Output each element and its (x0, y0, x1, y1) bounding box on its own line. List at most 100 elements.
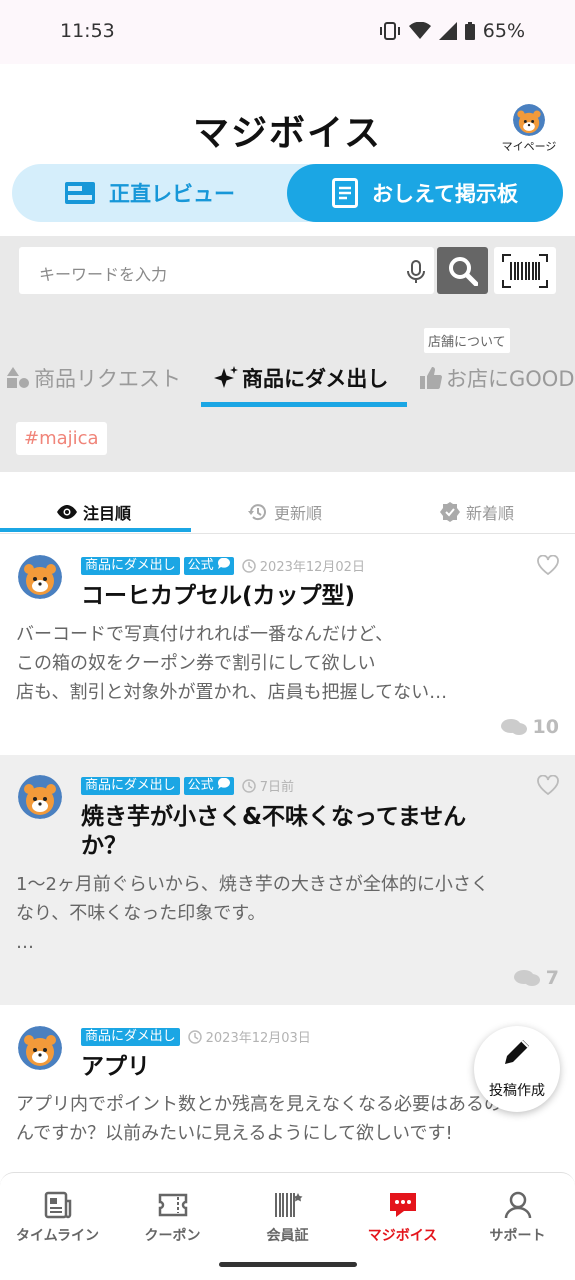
barcode-scan-button[interactable] (494, 247, 556, 294)
nav-support[interactable]: サポート (460, 1189, 575, 1245)
barcode-icon (274, 1193, 302, 1217)
eye-icon (57, 505, 77, 519)
clock-icon (242, 778, 256, 793)
honest-review-label: 正直レビュー (109, 182, 235, 206)
battery-icon (464, 22, 475, 40)
mic-icon[interactable] (406, 260, 426, 284)
post-date: 7日前 (242, 776, 294, 795)
search-icon (448, 256, 478, 286)
pencil-icon (505, 1040, 529, 1064)
newspaper-icon (44, 1191, 71, 1219)
tab-product-request-label: 商品リクエスト (34, 367, 181, 391)
category-tab-indicator (201, 402, 407, 407)
create-post-label: 投稿作成 (489, 1083, 545, 1099)
comment-count: 10 (500, 716, 559, 738)
sort-newest-label: 新着順 (466, 504, 515, 523)
mypage-button[interactable]: マイページ (497, 104, 561, 154)
avatar (18, 555, 62, 599)
post-body-line: なり、不味くなった印象です。 (16, 903, 266, 924)
category-badge: 商品にダメ出し (81, 556, 180, 575)
post-body-line: … (16, 932, 34, 953)
sort-popular-label: 注目順 (83, 504, 132, 523)
nav-timeline-label: タイムライン (15, 1228, 100, 1244)
sort-tab-indicator (0, 528, 191, 532)
post-title-line: か？ (81, 833, 127, 859)
post-title: アプリ (81, 1054, 150, 1080)
post-date: 2023年12月02日 (242, 556, 365, 575)
post-card[interactable]: 商品にダメ出し 公式 2023年12月02日 コーヒカプセル(カップ型) バーコ… (0, 535, 575, 754)
ticket-icon (158, 1193, 187, 1217)
nav-coupon[interactable]: クーポン (115, 1189, 230, 1245)
official-badge: 公式 (183, 556, 234, 575)
official-badge-label: 公式 (187, 557, 214, 573)
history-icon (248, 504, 266, 521)
clock-icon (187, 1029, 202, 1044)
question-board-label: おしえて掲示板 (372, 182, 518, 206)
sort-newest[interactable]: 新着順 (440, 500, 514, 524)
sparkle-icon (214, 366, 238, 388)
post-date-text: 2023年12月03日 (205, 1031, 311, 1046)
speech-bubble-icon (217, 557, 230, 569)
post-body-line: んですか？以前みたいに見えるようにして欲しいです! (16, 1123, 453, 1144)
nav-member-card-label: 会員証 (266, 1228, 309, 1244)
heart-icon[interactable] (537, 555, 559, 575)
post-badges: 商品にダメ出し 公式 2023年12月02日 (81, 556, 365, 575)
gesture-home-bar[interactable] (219, 1262, 357, 1267)
search-button[interactable] (437, 247, 488, 294)
sort-updated-label: 更新順 (274, 504, 323, 523)
speech-bubble-icon (217, 777, 230, 789)
post-title: 焼き芋が小さく&不味くなってません か？ (81, 803, 521, 861)
avatar (18, 775, 62, 819)
category-badge: 商品にダメ出し (81, 776, 180, 795)
tab-product-complaint[interactable]: 商品にダメ出し (214, 363, 388, 393)
post-badges: 商品にダメ出し 2023年12月03日 (81, 1027, 311, 1046)
question-board-tab[interactable]: おしえて掲示板 (287, 164, 563, 222)
official-badge: 公式 (183, 776, 234, 795)
post-card[interactable]: 商品にダメ出し 公式 7日前 焼き芋が小さく&不味くなってません か？ 1〜2ヶ… (0, 755, 575, 1005)
post-title-line: 焼き芋が小さく&不味くなってません (81, 804, 467, 830)
barcode-scan-icon (502, 253, 548, 288)
heart-icon[interactable] (537, 775, 559, 795)
nav-timeline[interactable]: タイムライン (0, 1189, 115, 1245)
search-bar: キーワードを入力 (0, 236, 575, 308)
person-icon (504, 1191, 531, 1219)
comments-icon (513, 970, 540, 986)
clock-icon (242, 558, 256, 573)
app-header: マジボイス マイページ (0, 64, 575, 164)
comments-icon (500, 719, 527, 735)
nav-majivoice-label: マジボイス (367, 1228, 438, 1244)
tiger-avatar-icon (18, 1026, 62, 1070)
shapes-icon (7, 367, 29, 388)
wifi-icon (408, 22, 431, 39)
status-time: 11:53 (60, 20, 115, 42)
post-date-text: 7日前 (259, 780, 295, 795)
hashtag-row: #majica (0, 408, 575, 472)
search-placeholder: キーワードを入力 (39, 265, 168, 284)
tab-product-request[interactable]: 商品リクエスト (6, 363, 181, 393)
nav-member-card[interactable]: 会員証 (230, 1189, 345, 1245)
official-badge-label: 公式 (187, 777, 214, 793)
sort-updated[interactable]: 更新順 (248, 500, 322, 524)
nav-majivoice[interactable]: マジボイス (345, 1189, 460, 1245)
status-icons: 65% (379, 20, 525, 42)
post-body: 1〜2ヶ月前ぐらいから、焼き芋の大きさが全体的に小さく なり、不味くなった印象で… (16, 870, 561, 957)
battery-percent: 65% (482, 20, 525, 42)
document-icon (332, 178, 359, 208)
category-badge: 商品にダメ出し (81, 1027, 180, 1046)
post-body: バーコードで写真付けれれば一番なんだけど、 この箱の奴をクーポン券で割引にして欲… (16, 620, 561, 707)
verified-icon (440, 502, 460, 522)
create-post-button[interactable]: 投稿作成 (474, 1026, 560, 1112)
tiger-avatar-icon (18, 555, 62, 599)
post-date-text: 2023年12月02日 (259, 560, 365, 575)
store-tooltip: 店舗について (424, 328, 510, 353)
status-bar: 11:53 65% (0, 0, 575, 64)
honest-review-tab[interactable]: 正直レビュー (12, 164, 288, 222)
tab-store-good[interactable]: お店にGOOD (420, 363, 575, 393)
nav-coupon-label: クーポン (144, 1228, 201, 1244)
search-input[interactable]: キーワードを入力 (19, 247, 434, 294)
chat-icon (389, 1193, 416, 1217)
tab-product-complaint-label: 商品にダメ出し (242, 367, 389, 391)
hashtag-chip[interactable]: #majica (16, 422, 107, 455)
tiger-avatar-icon (513, 104, 545, 136)
sort-popular[interactable]: 注目順 (57, 500, 131, 524)
